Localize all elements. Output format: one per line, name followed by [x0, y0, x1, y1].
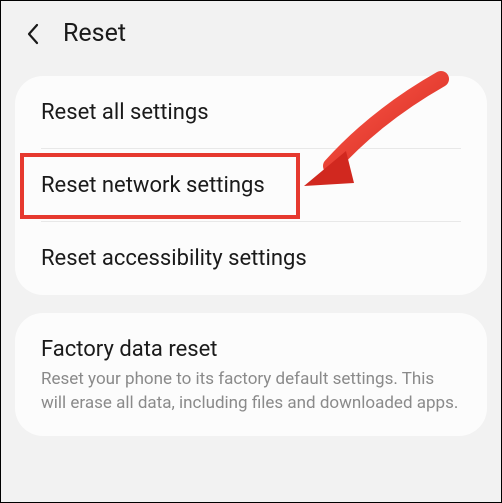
page-title: Reset	[63, 19, 126, 48]
header: Reset	[1, 1, 501, 66]
item-title: Reset network settings	[41, 173, 461, 198]
settings-group-reset: Reset all settings Reset network setting…	[15, 76, 487, 295]
item-title: Factory data reset	[41, 337, 461, 362]
item-title: Reset all settings	[41, 100, 461, 125]
settings-group-factory: Factory data reset Reset your phone to i…	[15, 313, 487, 436]
reset-network-settings-item[interactable]: Reset network settings	[15, 149, 487, 222]
item-description: Reset your phone to its factory default …	[41, 368, 461, 416]
back-icon[interactable]	[21, 22, 45, 46]
reset-accessibility-settings-item[interactable]: Reset accessibility settings	[15, 222, 487, 295]
item-title: Reset accessibility settings	[41, 246, 461, 271]
reset-all-settings-item[interactable]: Reset all settings	[15, 76, 487, 149]
factory-data-reset-item[interactable]: Factory data reset Reset your phone to i…	[15, 313, 487, 436]
